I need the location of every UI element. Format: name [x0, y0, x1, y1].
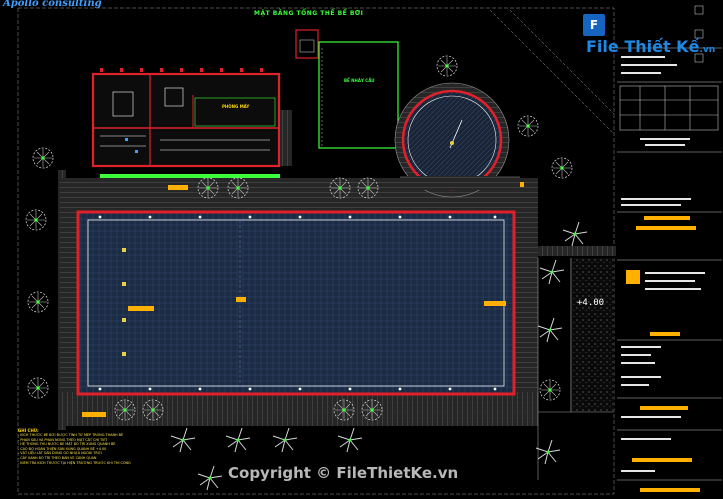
general-notes: GHI CHÚ: - KÍCH THƯỚC BỂ BƠI ĐƯỢC TÍNH T…: [18, 428, 168, 465]
copyright-watermark: Copyright © FileThietKe.vn: [228, 464, 459, 482]
room-label-b: BỂ NHẢY CẦU: [344, 78, 375, 83]
room-label-a: PHÒNG MÁY: [222, 104, 250, 109]
logo-mark-icon: F: [583, 14, 605, 36]
note-line: - KIỂM TRA KÍCH THƯỚC TẠI HIỆN TRƯỜNG TR…: [18, 460, 131, 465]
company-brand: Apollo consulting: [3, 0, 102, 9]
drawing-title: MẶT BẰNG TỔNG THỂ BỂ BƠI: [254, 10, 364, 17]
site-plan-drawing: [17, 5, 722, 495]
site-logo[interactable]: FFile Thiết Kế.vn: [583, 14, 723, 61]
logo-domain: .vn: [699, 45, 716, 55]
level-mark: +4.00: [577, 298, 605, 308]
logo-name: File Thiết Kế: [586, 37, 700, 56]
